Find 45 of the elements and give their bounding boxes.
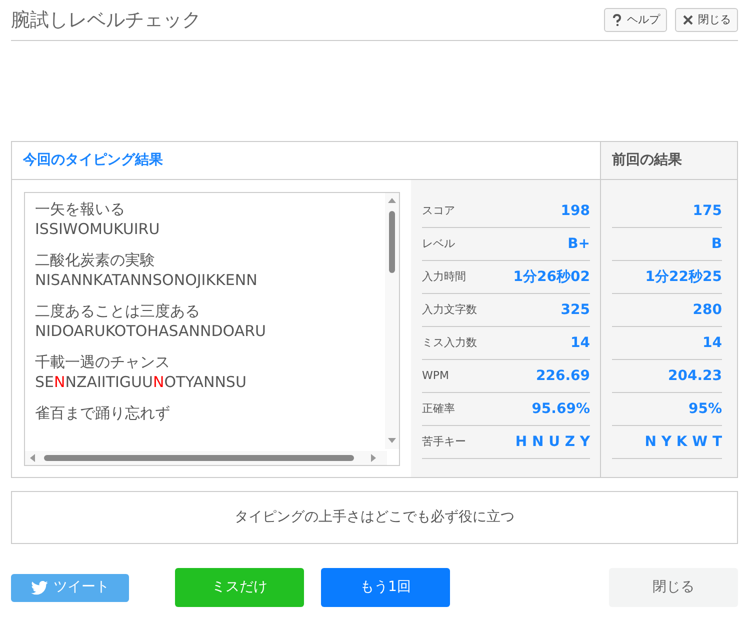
stat-value: N Y K W T [644,432,722,452]
help-icon [611,14,623,26]
stat-value: 198 [560,202,590,220]
word-text: 一矢を報いる [35,199,126,219]
stat-value: 1分22秒25 [645,268,722,286]
close-button[interactable]: 閉じる [675,8,738,32]
stat-value: 1分26秒02 [513,268,590,286]
window-title: 腕試しレベルチェック [11,8,201,33]
stat-value: B+ [568,234,590,254]
vertical-scrollbar[interactable] [385,193,399,449]
bird-icon [30,580,48,594]
close-button[interactable]: 閉じる [609,568,738,607]
typed-text: ISSIWOMUKUIRU [35,219,161,239]
stat-value: 280 [692,300,722,320]
section-title: 前回の結果 [601,142,737,180]
stat-value: 95.69% [532,400,590,418]
stat-value: 175 [692,202,722,220]
retry-button[interactable]: もう1回 [321,568,450,607]
typed-text: NISANNKATANNSONOJIKKENN [35,270,258,290]
stat-value: 325 [560,300,590,320]
help-button[interactable]: ヘルプ [604,8,667,32]
word-text: 二酸化炭素の実験 [35,250,156,270]
typed-text: NIDOARUKOTOHASANNDOARU [35,321,267,341]
word-text: 雀百まで踊り忘れず [35,403,171,423]
horizontal-scrollbar[interactable] [25,451,387,465]
stat-value: H N U Z Y [515,432,590,452]
stat-label: WPM [422,368,450,384]
stat-value: 95% [688,400,722,418]
close-icon [682,14,694,26]
stat-label: 入力文字数 [422,302,477,318]
stat-label: スコア [422,202,455,219]
message-text: タイピングの上手さはどこでも必ず役に立つ [11,491,738,544]
stat-value: 204.23 [668,366,722,386]
stat-value: B [711,234,722,254]
stat-label: 入力時間 [422,268,466,285]
stat-label: 苦手キー [422,434,466,450]
typed-text: SENNZAIITIGUUNOTYANNSU [35,372,248,392]
stat-label: 正確率 [422,400,455,417]
word-text: 千載一遇のチャンス [35,352,171,372]
stat-value: 14 [702,334,722,352]
stat-value: 14 [570,334,590,352]
word-text: 二度あることは三度ある [35,301,201,321]
stat-value: 226.69 [536,366,590,386]
stat-label: ミス入力数 [422,334,477,351]
stat-label: レベル [422,236,455,252]
